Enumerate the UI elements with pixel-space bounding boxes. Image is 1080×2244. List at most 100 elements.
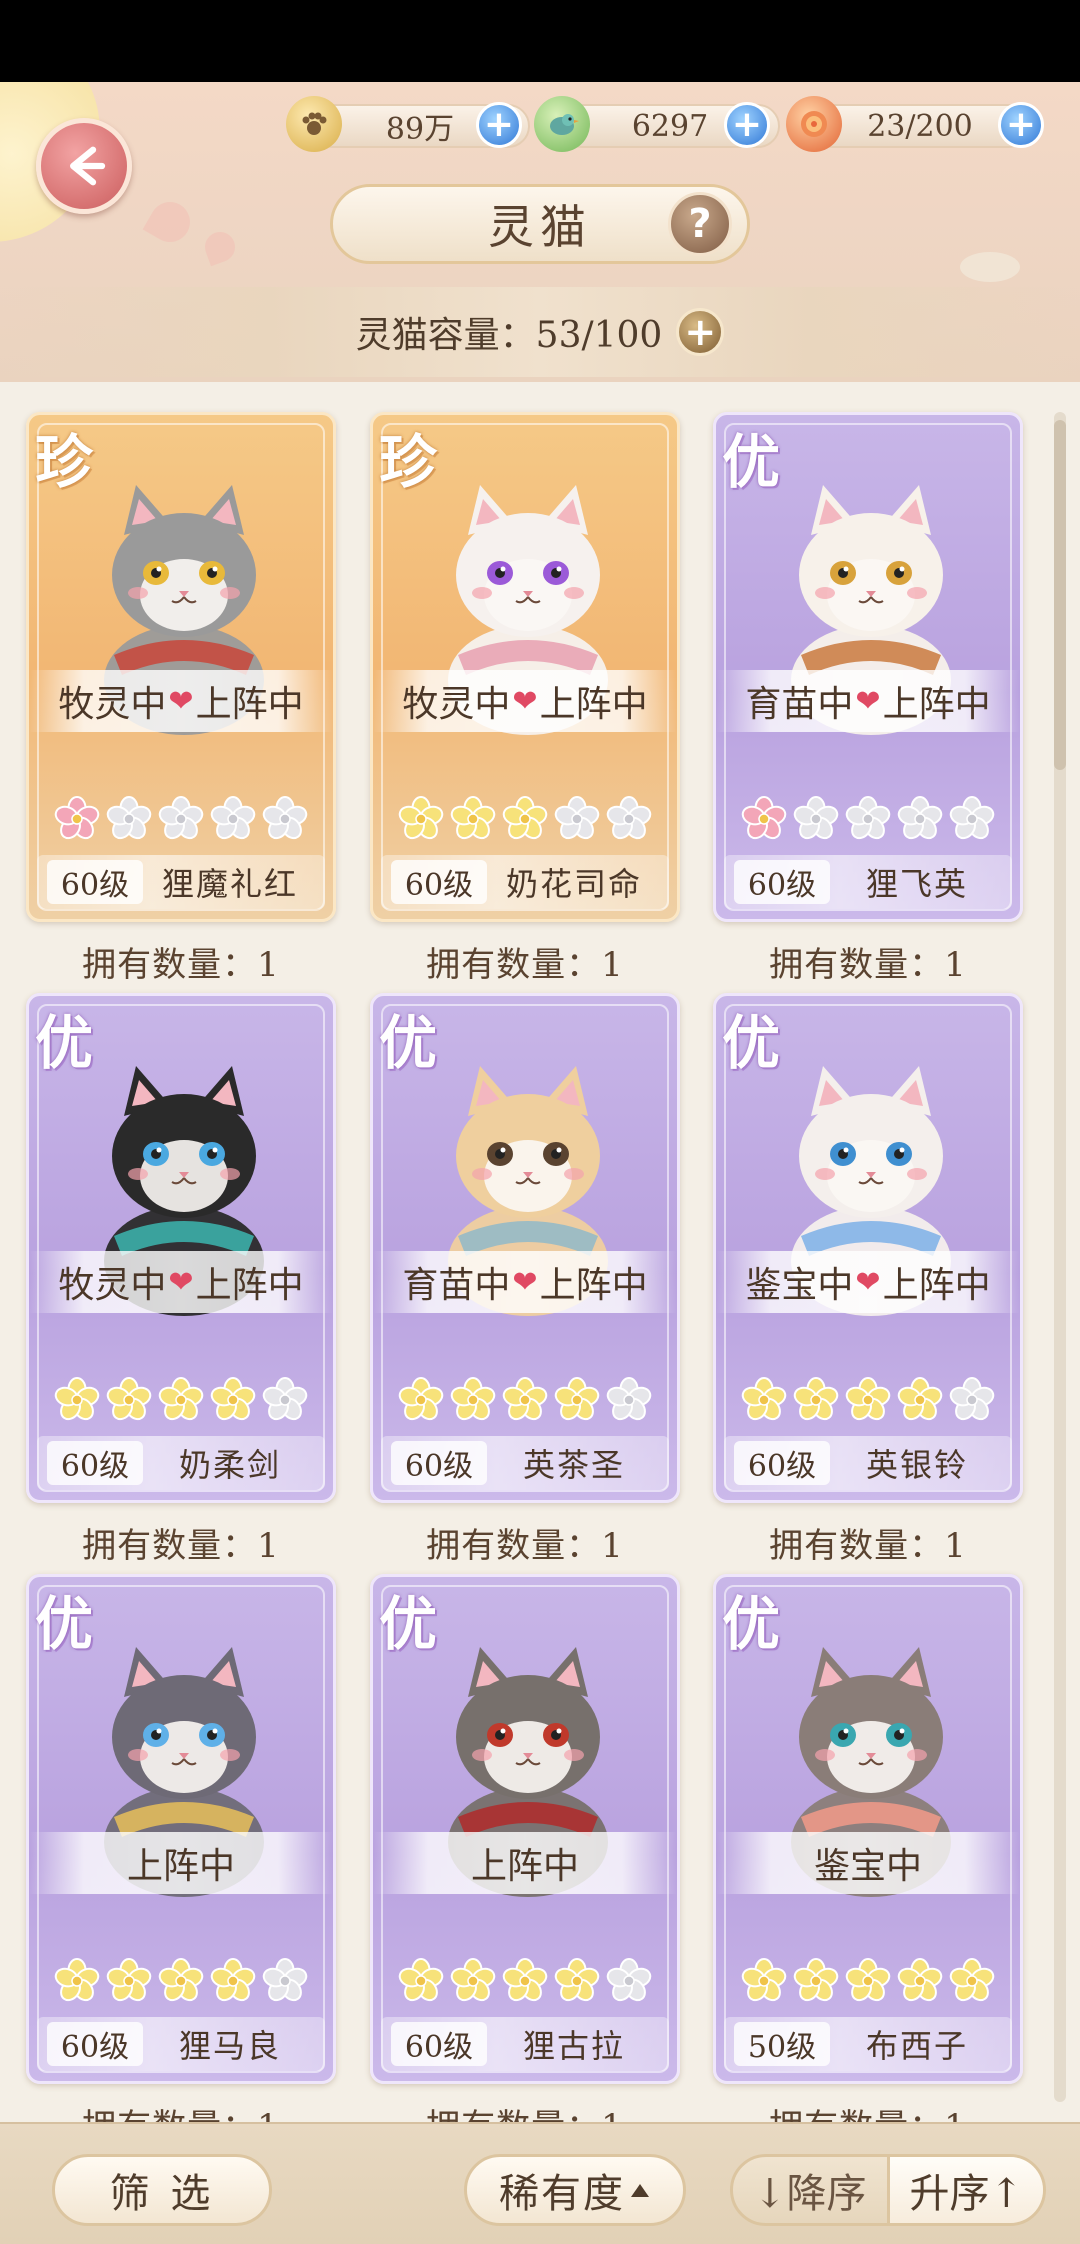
scrollbar-thumb[interactable] (1054, 420, 1066, 770)
star-flower-icon (210, 796, 256, 840)
cloud-decoration (960, 252, 1020, 282)
star-flower-icon (845, 1377, 891, 1421)
rarity-sort-button[interactable]: 稀有度 (464, 2154, 686, 2226)
level-badge: 60级 (734, 860, 830, 904)
cat-info-bar: 60级 英银铃 (724, 1436, 1012, 1490)
cat-info-bar: 60级 狸马良 (37, 2017, 325, 2071)
triangle-up-icon (631, 2184, 649, 2197)
star-rating (53, 1957, 309, 2005)
add-gems-button[interactable]: + (724, 102, 770, 148)
star-flower-icon (210, 1377, 256, 1421)
status-band: 上阵中 (29, 1832, 333, 1894)
status-primary: 鉴宝中 (813, 1846, 922, 1887)
cat-card[interactable]: 优 鉴宝中 50级 布西子 (713, 1574, 1023, 2084)
star-flower-icon (502, 1958, 548, 2002)
mooncake-icon (786, 96, 842, 152)
star-flower-icon (606, 796, 652, 840)
owned-count: 拥有数量：1 (26, 2099, 336, 2122)
rarity-label: 稀有度 (499, 2171, 625, 2217)
add-coins-button[interactable]: + (476, 102, 522, 148)
star-flower-icon (106, 1377, 152, 1421)
cat-name: 英银铃 (865, 1446, 968, 1484)
star-flower-icon (897, 796, 943, 840)
sort-ascending-button[interactable]: 升序↑ (889, 2157, 1043, 2223)
star-flower-icon (949, 796, 995, 840)
star-rating (740, 1957, 996, 2005)
cat-name: 狸魔礼红 (161, 865, 298, 903)
level-badge: 60级 (391, 2022, 487, 2066)
level-badge: 60级 (47, 1441, 143, 1485)
star-flower-icon (897, 1377, 943, 1421)
add-stamina-button[interactable]: + (998, 102, 1044, 148)
star-rating (740, 795, 996, 843)
level-badge: 50级 (734, 2022, 830, 2066)
heart-icon: ❤ (168, 683, 194, 719)
level-badge: 60级 (391, 860, 487, 904)
star-flower-icon (450, 796, 496, 840)
status-secondary: 上阵中 (882, 684, 991, 725)
cat-card[interactable]: 珍 牧灵中 ❤ 上阵中 60级 奶花司命 (370, 412, 680, 922)
star-flower-icon (158, 1377, 204, 1421)
cat-name: 奶柔剑 (178, 1446, 281, 1484)
cat-card[interactable]: 优 育苗中 ❤ 上阵中 60级 狸飞英 (713, 412, 1023, 922)
cat-info-bar: 60级 英茶圣 (381, 1436, 669, 1490)
star-flower-icon (554, 1958, 600, 2002)
star-flower-icon (158, 796, 204, 840)
cat-name: 狸马良 (178, 2027, 281, 2065)
arrow-left-icon (70, 146, 106, 186)
status-band: 牧灵中 ❤ 上阵中 (29, 1251, 333, 1313)
cat-info-bar: 50级 布西子 (724, 2017, 1012, 2071)
bird-gem-icon (534, 96, 590, 152)
level-badge: 60级 (47, 860, 143, 904)
status-band: 鉴宝中 ❤ 上阵中 (716, 1251, 1020, 1313)
owned-count: 拥有数量：1 (426, 945, 624, 985)
cat-info-bar: 60级 狸魔礼红 (37, 855, 325, 909)
star-flower-icon (606, 1958, 652, 2002)
resource-value: 23/200 (867, 108, 973, 144)
star-flower-icon (793, 1377, 839, 1421)
sort-descending-button[interactable]: ↓降序 (733, 2157, 887, 2223)
star-flower-icon (158, 1958, 204, 2002)
star-flower-icon (741, 796, 787, 840)
help-button[interactable]: ? (668, 192, 732, 256)
filter-button[interactable]: 筛 选 (52, 2154, 272, 2226)
header: 89万 + 6297 + 23/200 + 灵猫 ? 灵猫容量：53/100 + (0, 82, 1080, 382)
status-secondary: 上阵中 (882, 1265, 991, 1306)
star-flower-icon (554, 1377, 600, 1421)
cat-card[interactable]: 优 牧灵中 ❤ 上阵中 60级 奶柔剑 (26, 993, 336, 1503)
owned-count: 拥有数量：1 (713, 2099, 1023, 2122)
star-flower-icon (398, 796, 444, 840)
cat-card[interactable]: 优 上阵中 60级 狸马良 (26, 1574, 336, 2084)
star-flower-icon (54, 796, 100, 840)
level-badge: 60级 (734, 1441, 830, 1485)
star-flower-icon (949, 1377, 995, 1421)
status-secondary: 上阵中 (195, 1265, 304, 1306)
star-flower-icon (949, 1958, 995, 2002)
status-primary: 育苗中 (745, 684, 854, 725)
cat-grid[interactable]: 珍 牧灵中 ❤ 上阵中 60级 狸魔礼红 拥有数量：1 珍 牧灵中 ❤ 上阵中 … (0, 382, 1080, 2122)
capacity-bar: 灵猫容量：53/100 + (0, 287, 1080, 377)
cat-card[interactable]: 珍 牧灵中 ❤ 上阵中 60级 狸魔礼红 (26, 412, 336, 922)
page-title: 灵猫 (488, 200, 592, 254)
cat-card[interactable]: 优 鉴宝中 ❤ 上阵中 60级 英银铃 (713, 993, 1023, 1503)
back-button[interactable] (36, 118, 132, 214)
bottom-toolbar: 筛 选 稀有度 ↓降序 升序↑ (0, 2122, 1080, 2244)
status-band: 育苗中 ❤ 上阵中 (716, 670, 1020, 732)
blossom-decoration (142, 194, 198, 250)
heart-icon: ❤ (855, 683, 881, 719)
owned-count: 拥有数量：1 (769, 1526, 967, 1566)
sort-descending-label: ↓降序 (752, 2171, 867, 2217)
sort-ascending-label: 升序↑ (909, 2171, 1023, 2217)
sort-order-toggle: ↓降序 升序↑ (730, 2154, 1046, 2226)
cat-card[interactable]: 优 育苗中 ❤ 上阵中 60级 英茶圣 (370, 993, 680, 1503)
rarity-badge: 优 (379, 1009, 438, 1077)
expand-capacity-button[interactable]: + (676, 308, 725, 356)
cat-card[interactable]: 优 上阵中 60级 狸古拉 (370, 1574, 680, 2084)
cat-info-bar: 60级 狸飞英 (724, 855, 1012, 909)
cat-info-bar: 60级 奶花司命 (381, 855, 669, 909)
resource-value: 89万 (385, 112, 455, 147)
rarity-badge: 优 (379, 1590, 438, 1658)
owned-count: 拥有数量：1 (82, 1526, 280, 1566)
star-flower-icon (262, 796, 308, 840)
rarity-badge: 优 (35, 1009, 94, 1077)
